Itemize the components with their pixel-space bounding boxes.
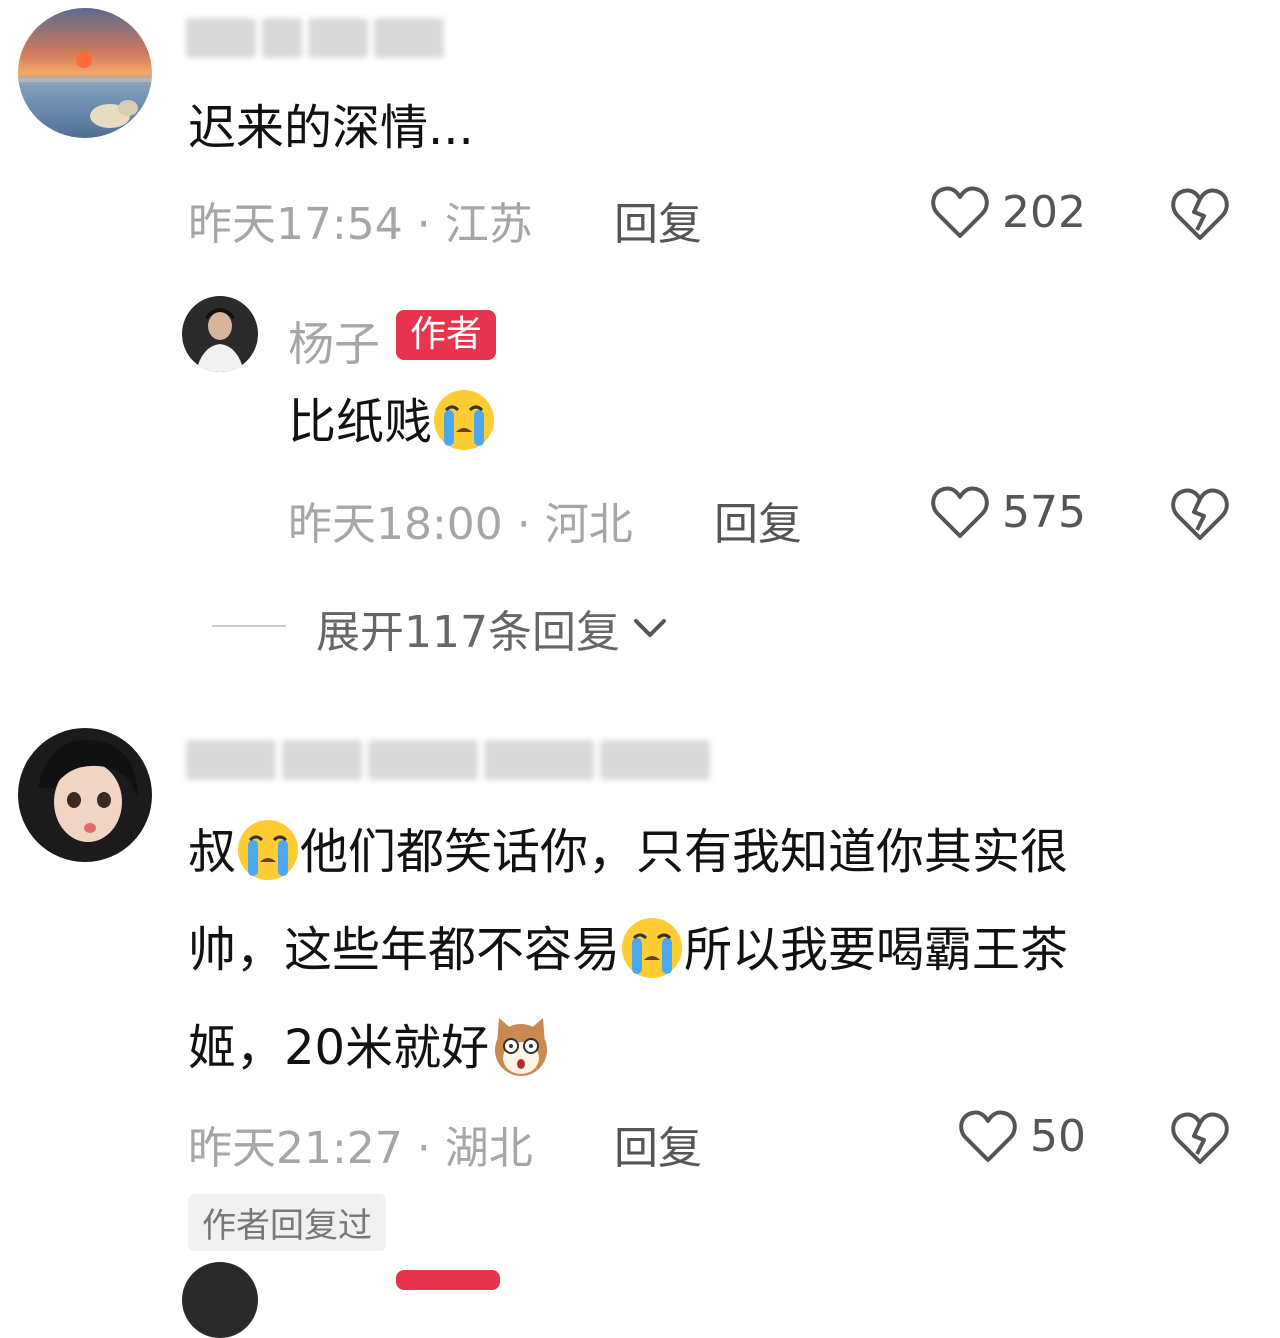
avatar-author[interactable] <box>182 296 258 372</box>
reply-button[interactable]: 回复 <box>714 488 802 552</box>
reply-button[interactable]: 回复 <box>614 188 702 252</box>
avatar-girl[interactable] <box>18 728 152 862</box>
like-button[interactable]: 202 <box>930 184 1086 240</box>
blurred-username[interactable] <box>186 740 710 780</box>
author-username[interactable]: 杨子 <box>288 308 380 374</box>
expand-replies-button[interactable]: 展开117条回复 <box>316 596 670 660</box>
broken-heart-icon <box>1171 488 1229 540</box>
comment-text-segment: 他们都笑话你，只有我知道你其实很 <box>300 824 1069 880</box>
broken-heart-icon <box>1171 1112 1229 1164</box>
comment-text-segment: 叔 <box>188 824 237 880</box>
broken-heart-icon <box>1171 188 1229 240</box>
comment-text-segment: 所以我要喝霸王茶 <box>684 922 1069 978</box>
comment-meta: 昨天21:27 · 湖北 <box>188 1123 533 1174</box>
chevron-down-icon <box>633 619 666 637</box>
dislike-button[interactable] <box>1170 486 1230 546</box>
crying-face-emoji <box>434 390 495 450</box>
heart-outline-icon <box>959 1110 1017 1162</box>
comment-text: 迟来的深情... <box>188 100 474 156</box>
author-tag: 作者 <box>396 310 497 360</box>
surprised-dog-emoji <box>495 1018 548 1076</box>
comment-line-1: 叔 他们都笑话你，只有我知道你其实很 <box>188 802 1068 902</box>
expand-divider <box>212 625 286 627</box>
comment-line-3: 姬，20米就好 <box>188 998 553 1098</box>
comment-text-segment: 帅，这些年都不容易 <box>188 922 621 978</box>
crying-face-emoji <box>622 918 683 978</box>
reply-meta: 昨天18:00 · 河北 <box>288 499 633 550</box>
dislike-button[interactable] <box>1170 1110 1230 1170</box>
author-replied-badge: 作者回复过 <box>188 1194 386 1251</box>
comment-line-2: 帅，这些年都不容易 所以我要喝霸王茶 <box>188 900 1068 1000</box>
comment-text-segment: 姬，20米就好 <box>188 1020 490 1076</box>
author-avatar-image <box>182 296 258 372</box>
avatar-next-reply[interactable] <box>182 1262 258 1338</box>
like-count: 50 <box>1030 1110 1086 1162</box>
like-count: 202 <box>1002 186 1086 238</box>
comment-meta: 昨天17:54 · 江苏 <box>188 199 533 250</box>
girl-avatar-image <box>18 728 152 862</box>
crying-face-emoji <box>238 820 299 880</box>
like-count: 575 <box>1002 486 1086 538</box>
heart-outline-icon <box>931 186 989 238</box>
avatar-sunset[interactable] <box>18 8 152 138</box>
dislike-button[interactable] <box>1170 186 1230 246</box>
heart-outline-icon <box>931 486 989 538</box>
author-tag-next <box>396 1270 500 1290</box>
sunset-avatar-image <box>18 8 152 138</box>
like-button[interactable]: 575 <box>930 484 1086 540</box>
reply-button[interactable]: 回复 <box>614 1112 702 1176</box>
expand-replies-label: 展开117条回复 <box>316 607 620 658</box>
reply-text-content: 比纸贱 <box>288 394 433 450</box>
reply-text: 比纸贱 <box>288 372 496 472</box>
like-button[interactable]: 50 <box>958 1108 1086 1164</box>
blurred-username[interactable] <box>186 18 444 58</box>
